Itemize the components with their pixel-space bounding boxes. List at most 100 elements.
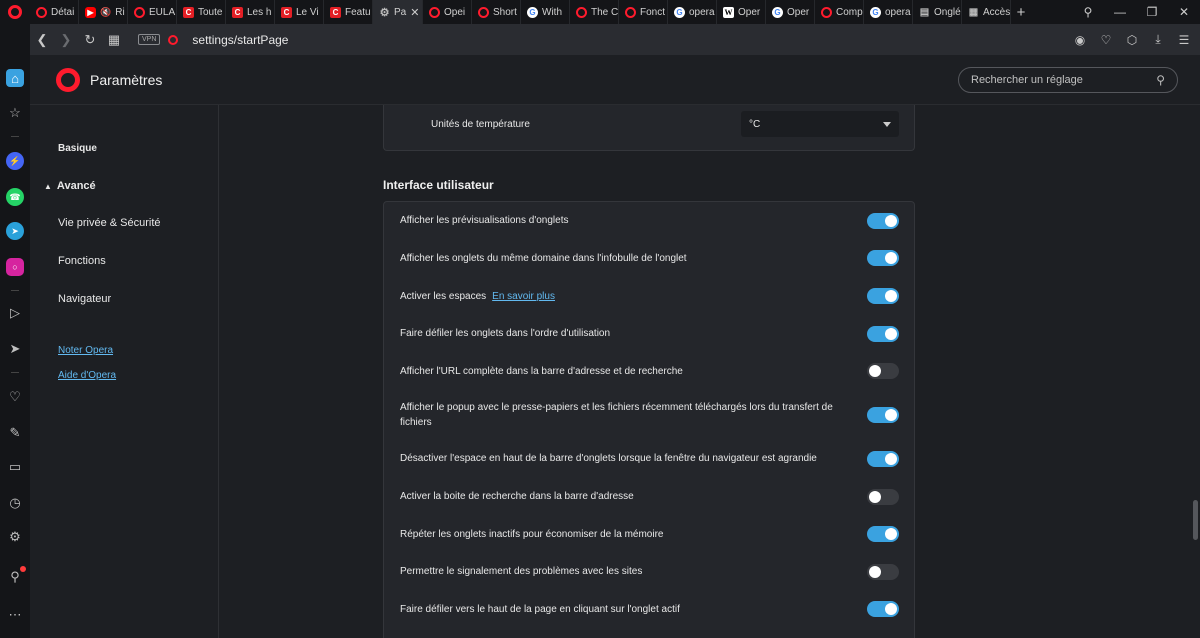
tab[interactable]: C Featu: [324, 0, 373, 24]
tab-label: EULA: [149, 6, 176, 18]
restore-icon[interactable]: ❐: [1136, 0, 1168, 24]
setting-toggle[interactable]: [867, 406, 899, 423]
tab[interactable]: C Le Vi: [275, 0, 324, 24]
setting-toggle[interactable]: [867, 325, 899, 342]
nav-features[interactable]: Fonctions: [58, 255, 106, 267]
tab[interactable]: Gopera: [864, 0, 913, 24]
setting-toggle[interactable]: [867, 563, 899, 580]
tab[interactable]: Comp: [815, 0, 864, 24]
bubble-favicon-icon: ▤: [919, 6, 930, 18]
search-input[interactable]: [971, 74, 1157, 86]
tab-strip: Détai ▶ 🔇 Ri EULA C Toute C Les h C Le Vi C Featu ⚙ Pa…: [0, 0, 1200, 24]
page-scrollbar[interactable]: [1190, 105, 1200, 638]
setting-toggle[interactable]: [867, 526, 899, 542]
forward-icon[interactable]: ❯: [54, 24, 78, 55]
tab[interactable]: Opei: [423, 0, 472, 24]
send-icon[interactable]: ➤: [6, 340, 24, 358]
tab[interactable]: C Les h: [226, 0, 275, 24]
close-window-icon[interactable]: ✕: [1168, 0, 1200, 24]
tab[interactable]: W Oper: [717, 0, 766, 24]
messenger-icon[interactable]: ⚡: [6, 152, 24, 170]
setting-row: Afficher les onglets du même domaine dan…: [384, 239, 914, 277]
tab[interactable]: G With: [521, 0, 570, 24]
tab-active[interactable]: ⚙ Pa ✕: [373, 0, 423, 24]
rate-opera-link[interactable]: Noter Opera: [58, 345, 113, 356]
temperature-select[interactable]: °C: [741, 111, 899, 137]
download-icon[interactable]: ⤓: [1146, 24, 1170, 55]
setting-toggle[interactable]: [867, 288, 899, 304]
setting-toggle[interactable]: [867, 363, 899, 379]
back-icon[interactable]: ❮: [30, 24, 54, 55]
lightbulb-icon[interactable]: ⚲: [6, 566, 26, 586]
setting-toggle[interactable]: [867, 212, 899, 229]
tab[interactable]: Détai: [30, 0, 79, 24]
tab[interactable]: G Oper: [766, 0, 815, 24]
setting-label: Faire défiler vers le haut de la page en…: [400, 602, 840, 617]
setting-label-text: Faire défiler vers le haut de la page en…: [400, 603, 680, 615]
setting-toggle[interactable]: [867, 488, 899, 505]
bookmarks-star-icon[interactable]: ☆: [6, 104, 24, 122]
muted-speaker-icon[interactable]: 🔇: [100, 7, 111, 18]
tab[interactable]: Fonct: [619, 0, 668, 24]
google-favicon-icon: G: [527, 6, 538, 18]
tab[interactable]: ▦ Accès: [962, 0, 1011, 24]
notification-dot: [20, 566, 26, 572]
whatsapp-icon[interactable]: ☎: [6, 188, 24, 206]
tab-label: Comp: [836, 6, 863, 18]
settings-search: ⚲: [958, 67, 1178, 93]
address-bar-actions: ◉ ♡ ⬡ ⤓ ☰: [1068, 24, 1196, 55]
tab-label: Toute: [198, 6, 223, 18]
url-field[interactable]: settings/startPage: [192, 33, 288, 47]
tab[interactable]: Short: [472, 0, 521, 24]
camera-icon[interactable]: ◉: [1068, 24, 1092, 55]
nav-basic[interactable]: Basique: [58, 143, 97, 154]
tab-label: Pa: [394, 6, 407, 18]
reload-icon[interactable]: ↻: [78, 24, 102, 55]
nav-privacy[interactable]: Vie privée & Sécurité: [58, 217, 161, 229]
home-icon[interactable]: ⌂: [6, 69, 24, 87]
nav-browser[interactable]: Navigateur: [58, 293, 111, 305]
tab[interactable]: The C: [570, 0, 619, 24]
history-clock-icon[interactable]: ◷: [6, 494, 24, 512]
setting-toggle[interactable]: [867, 601, 899, 617]
more-icon[interactable]: ⋯: [6, 606, 24, 624]
pinboard-icon[interactable]: ✎: [6, 424, 24, 442]
settings-nav: Basique ▲ Avancé Vie privée & Sécurité Fo…: [30, 105, 219, 638]
heart-icon[interactable]: ♡: [1094, 24, 1118, 55]
search-icon[interactable]: ⚲: [1156, 73, 1165, 87]
close-tab-icon[interactable]: ✕: [410, 6, 419, 19]
new-tab-button[interactable]: +: [1011, 0, 1031, 24]
setting-label-text: Désactiver l'espace en haut de la barre …: [400, 453, 817, 464]
easy-setup-icon[interactable]: ☰: [1172, 24, 1196, 55]
opera-menu-button[interactable]: [0, 0, 30, 24]
tab-label: Oper: [738, 6, 761, 18]
tab[interactable]: ▶ 🔇 Ri: [79, 0, 128, 24]
scrollbar-thumb[interactable]: [1193, 500, 1198, 540]
site-opera-icon: [168, 34, 179, 45]
instagram-icon[interactable]: ○: [6, 258, 24, 276]
learn-more-link[interactable]: En savoir plus: [492, 291, 555, 302]
setting-toggle[interactable]: [867, 450, 899, 467]
nav-advanced[interactable]: ▲ Avancé: [44, 180, 96, 192]
heart-icon[interactable]: ♡: [6, 388, 24, 406]
tab[interactable]: C Toute: [177, 0, 226, 24]
tabs-icon[interactable]: ▭: [6, 458, 24, 476]
telegram-icon[interactable]: ➤: [6, 222, 24, 240]
tab-snapshot-icon[interactable]: ▦: [102, 24, 126, 55]
tab[interactable]: ▤ Onglé: [913, 0, 962, 24]
search-tabs-icon[interactable]: ⚲: [1072, 0, 1104, 24]
tab[interactable]: Gopera: [668, 0, 717, 24]
cube-icon[interactable]: ⬡: [1120, 24, 1144, 55]
minimize-icon[interactable]: —: [1104, 0, 1136, 24]
red-c-favicon-icon: C: [281, 6, 292, 18]
settings-gear-icon[interactable]: ⚙: [6, 528, 24, 546]
toggle-knob: [885, 528, 897, 540]
grid-favicon-icon: ▦: [968, 6, 979, 18]
setting-toggle[interactable]: [867, 250, 899, 266]
tab-label: Short: [493, 6, 517, 18]
setting-label-text: Permettre le signalement des problèmes a…: [400, 566, 643, 577]
opera-help-link[interactable]: Aide d'Opera: [58, 370, 116, 381]
vpn-badge[interactable]: VPN: [138, 34, 161, 45]
tab[interactable]: EULA: [128, 0, 177, 24]
player-icon[interactable]: ▷: [6, 304, 24, 322]
